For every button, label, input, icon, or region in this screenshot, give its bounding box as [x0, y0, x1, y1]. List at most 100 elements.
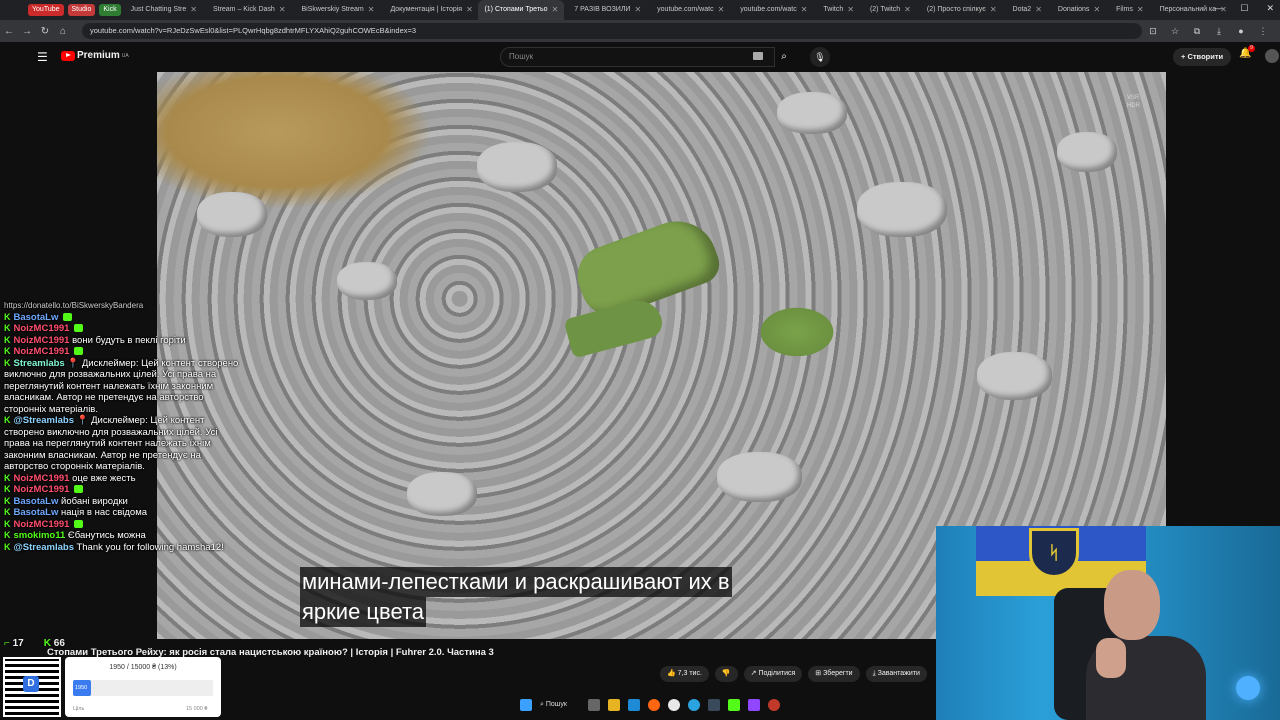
browser-tab[interactable]: BiSkwerskiy Stream ✕	[296, 0, 381, 20]
chat-username[interactable]: BasotaLw	[14, 496, 59, 507]
share-button[interactable]: ↗ Поділитися	[743, 666, 803, 682]
file-explorer-icon[interactable]	[608, 699, 620, 711]
chat-username[interactable]: NoizMC1991	[14, 484, 70, 495]
browser-tab[interactable]: 7 РАЗІВ ВОЗИЛИ ✕	[568, 0, 647, 20]
chat-username[interactable]: NoizMC1991	[14, 323, 70, 334]
obs-icon[interactable]	[768, 699, 780, 711]
minimize-icon[interactable]: —	[1213, 3, 1222, 14]
tab-close-icon[interactable]: ✕	[847, 0, 854, 20]
donation-min-label: Ціль	[73, 706, 85, 712]
browser-tab[interactable]: Films ✕	[1110, 0, 1149, 20]
menu-dots-icon[interactable]: ⋮	[1252, 26, 1274, 37]
emote-icon	[74, 347, 84, 356]
start-windows-icon[interactable]	[520, 699, 532, 711]
tab-close-icon[interactable]: ✕	[190, 0, 197, 20]
home-icon[interactable]: ⌂	[54, 26, 72, 37]
browser-tab[interactable]: Donations ✕	[1052, 0, 1106, 20]
tab-close-icon[interactable]: ✕	[466, 0, 473, 20]
chat-message: Ksmokimo11 Єбанутись можна	[0, 530, 240, 542]
back-icon[interactable]: ←	[0, 26, 18, 37]
chat-username[interactable]: NoizMC1991	[14, 519, 70, 530]
edge-icon[interactable]	[628, 699, 640, 711]
kick-app-icon[interactable]	[728, 699, 740, 711]
microphone-icon[interactable]: 🎙	[810, 47, 830, 67]
download-button[interactable]: ⤓ Завантажити	[865, 666, 927, 682]
reload-icon[interactable]: ↻	[36, 26, 54, 37]
bookmark-chip[interactable]: YouTube	[28, 4, 64, 16]
chat-username[interactable]: BasotaLw	[14, 507, 59, 518]
forward-icon[interactable]: →	[18, 26, 36, 37]
browser-tab[interactable]: youtube.com/watc ✕	[734, 0, 813, 20]
tab-close-icon[interactable]: ✕	[368, 0, 375, 20]
tab-label: Документація | Історія	[390, 6, 463, 13]
chat-username[interactable]: @Streamlabs	[14, 415, 74, 426]
streamer-hand	[1096, 638, 1126, 678]
chat-username[interactable]: NoizMC1991	[14, 335, 70, 346]
browser-tab[interactable]: (2) Просто спілкує ✕	[921, 0, 1003, 20]
taskbar-search-label: Пошук	[545, 701, 567, 708]
tab-close-icon[interactable]: ✕	[801, 0, 808, 20]
url-field[interactable]: youtube.com/watch?v=RJeDzSwEsl0&list=PLQ…	[82, 23, 1142, 39]
install-icon[interactable]: ⊡	[1142, 26, 1164, 37]
keyboard-icon[interactable]	[753, 52, 763, 60]
notification-badge: 9	[1248, 45, 1255, 52]
tab-close-icon[interactable]: ✕	[990, 0, 997, 20]
taskbar-search[interactable]: ⌕ Пошук	[540, 701, 580, 709]
app-icon[interactable]	[708, 699, 720, 711]
tab-close-icon[interactable]: ✕	[634, 0, 641, 20]
save-button[interactable]: ⊞ Зберегти	[808, 666, 860, 682]
chat-cut-line: https://donatello.to/BiSkwerskyBandera	[4, 301, 144, 310]
browser-tab[interactable]: Документація | Історія ✕	[384, 0, 474, 20]
maximize-icon[interactable]: ☐	[1240, 3, 1248, 14]
like-button[interactable]: 👍 7,3 тис.	[660, 666, 709, 682]
kick-badge-icon: K	[4, 311, 11, 322]
twitch-app-icon[interactable]	[748, 699, 760, 711]
chat-message: K @Streamlabs 📍 Дисклеймер: Цей контент с…	[0, 415, 240, 473]
emote-icon	[74, 485, 84, 494]
search-icon[interactable]: ⌕	[775, 47, 793, 67]
chat-username[interactable]: @Streamlabs	[14, 542, 74, 553]
tab-label: youtube.com/watc	[740, 6, 797, 13]
dislike-button[interactable]: 👎	[714, 666, 738, 682]
chat-username[interactable]: smokimo11	[14, 530, 66, 541]
tab-close-icon[interactable]: ✕	[1035, 0, 1042, 20]
window-controls: — ☐ ✕	[1213, 3, 1274, 14]
chat-username[interactable]: NoizMC1991	[14, 346, 70, 357]
browser-tab[interactable]: (2) Twitch ✕	[864, 0, 917, 20]
bookmark-star-icon[interactable]: ☆	[1164, 26, 1186, 37]
chat-username[interactable]: BasotaLw	[14, 312, 59, 323]
browser-tab[interactable]: (1) Стопами Третьо ✕	[478, 0, 565, 20]
download-icon[interactable]: ⤓	[1208, 26, 1230, 37]
tab-close-icon[interactable]: ✕	[1093, 0, 1100, 20]
telegram-icon[interactable]	[688, 699, 700, 711]
viewer-count: ⌐ 17	[4, 638, 24, 649]
chrome-icon[interactable]	[668, 699, 680, 711]
bookmark-chip[interactable]: Studio	[67, 4, 96, 16]
task-view-icon[interactable]	[588, 699, 600, 711]
avatar[interactable]	[1265, 49, 1279, 63]
tab-close-icon[interactable]: ✕	[279, 0, 286, 20]
browser-tab[interactable]: youtube.com/watc ✕	[651, 0, 730, 20]
extensions-icon[interactable]: ⧉	[1186, 26, 1208, 37]
tab-close-icon[interactable]: ✕	[552, 0, 559, 20]
close-icon[interactable]: ✕	[1266, 3, 1274, 14]
menu-icon[interactable]: ☰	[37, 50, 48, 64]
tab-close-icon[interactable]: ✕	[1137, 0, 1144, 20]
chat-username[interactable]: NoizMC1991	[14, 473, 70, 484]
tab-close-icon[interactable]: ✕	[718, 0, 725, 20]
create-button[interactable]: + Створити	[1173, 48, 1232, 66]
firefox-icon[interactable]	[648, 699, 660, 711]
subtitle-line: минами-лепестками и раскрашивают их в	[300, 567, 732, 597]
profile-icon[interactable]: ●	[1230, 26, 1252, 36]
tab-close-icon[interactable]: ✕	[904, 0, 911, 20]
browser-tab[interactable]: Stream – Kick Dash ✕	[207, 0, 292, 20]
bookmark-chip[interactable]: Kick	[99, 4, 121, 16]
search-input[interactable]: Пошук	[500, 47, 775, 67]
browser-tab[interactable]: Just Chatting Stre ✕	[125, 0, 203, 20]
youtube-logo[interactable]: Premium UA	[61, 50, 129, 61]
browser-tab[interactable]: Twitch ✕	[817, 0, 860, 20]
browser-tab[interactable]: Dota2 ✕	[1007, 0, 1048, 20]
chat-username[interactable]: Streamlabs	[14, 358, 65, 369]
subtitle-line: яркие цвета	[300, 597, 427, 627]
kick-badge-icon: K	[4, 334, 11, 345]
